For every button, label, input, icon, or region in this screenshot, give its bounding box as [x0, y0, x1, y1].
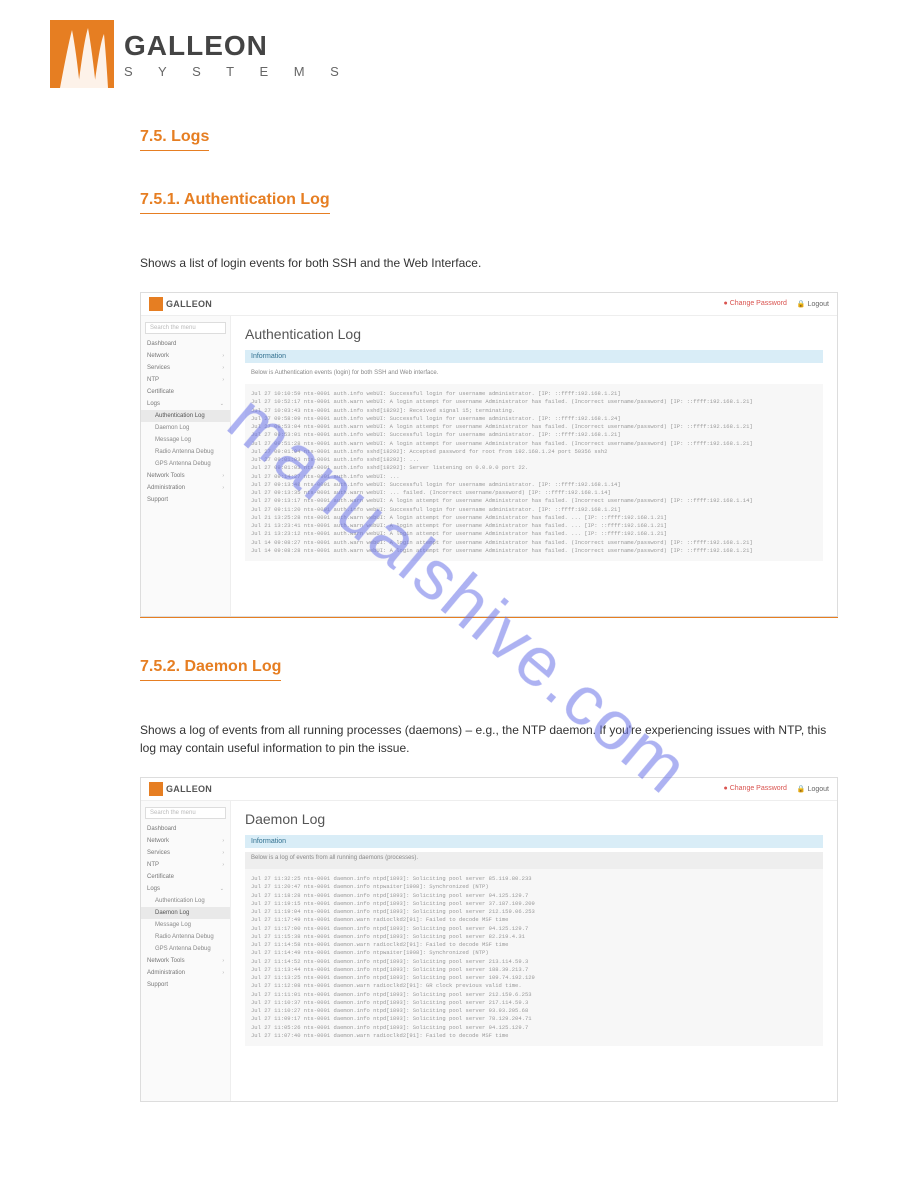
sidebar-item-network-tools[interactable]: Network Tools›: [141, 955, 230, 967]
change-password-link[interactable]: ● Change Password: [724, 300, 787, 308]
search-input[interactable]: Search the menu: [145, 807, 226, 819]
sidebar-item-message-log[interactable]: Message Log: [141, 919, 230, 931]
sidebar-item-network[interactable]: Network›: [141, 350, 230, 362]
log-output: Jul 27 11:32:25 nts-0001 daemon.info ntp…: [245, 869, 823, 1046]
sidebar-item-daemon-log[interactable]: Daemon Log: [141, 422, 230, 434]
chevron-right-icon: ›: [222, 970, 224, 976]
chevron-right-icon: ›: [222, 353, 224, 359]
info-description: Below is a log of events from all runnin…: [245, 852, 823, 869]
page-logo: GALLEON S Y S T E M S: [50, 20, 868, 88]
sidebar-item-services[interactable]: Services›: [141, 847, 230, 859]
sidebar-item-administration[interactable]: Administration›: [141, 482, 230, 494]
chevron-right-icon: ›: [222, 377, 224, 383]
page-title: Daemon Log: [245, 811, 823, 827]
info-banner: Information: [245, 350, 823, 363]
search-input[interactable]: Search the menu: [145, 322, 226, 334]
info-banner: Information: [245, 835, 823, 848]
sidebar-item-daemon-log[interactable]: Daemon Log: [141, 907, 230, 919]
auth-log-screenshot: GALLEON ● Change Password 🔒 Logout Searc…: [140, 292, 838, 618]
chevron-right-icon: ›: [222, 485, 224, 491]
chevron-right-icon: ›: [222, 862, 224, 868]
section-daemon-log-heading: 7.5.2. Daemon Log: [140, 658, 281, 681]
sidebar-item-gps-debug[interactable]: GPS Antenna Debug: [141, 943, 230, 955]
sidebar-item-certificate[interactable]: Certificate: [141, 871, 230, 883]
sidebar-item-message-log[interactable]: Message Log: [141, 434, 230, 446]
section-auth-log-heading: 7.5.1. Authentication Log: [140, 191, 330, 214]
chevron-down-icon: ⌄: [220, 401, 224, 407]
sidebar-item-services[interactable]: Services›: [141, 362, 230, 374]
sidebar-item-auth-log[interactable]: Authentication Log: [141, 895, 230, 907]
sidebar-item-support[interactable]: Support: [141, 494, 230, 506]
change-password-link[interactable]: ● Change Password: [724, 785, 787, 793]
galleon-logo-icon: [149, 782, 163, 796]
section-logs-heading: 7.5. Logs: [140, 128, 209, 151]
app-logo: GALLEON: [149, 297, 212, 311]
daemon-log-description: Shows a log of events from all running p…: [140, 721, 838, 757]
brand-tagline: S Y S T E M S: [124, 64, 350, 79]
sidebar-item-ntp[interactable]: NTP›: [141, 374, 230, 386]
brand-name: GALLEON: [124, 30, 350, 62]
sidebar-item-dashboard[interactable]: Dashboard: [141, 823, 230, 835]
sidebar-item-logs[interactable]: Logs⌄: [141, 883, 230, 895]
page-title: Authentication Log: [245, 326, 823, 342]
sidebar-item-certificate[interactable]: Certificate: [141, 386, 230, 398]
info-description: Below is Authentication events (login) f…: [245, 367, 823, 384]
sidebar-item-gps-debug[interactable]: GPS Antenna Debug: [141, 458, 230, 470]
sidebar-item-administration[interactable]: Administration›: [141, 967, 230, 979]
chevron-right-icon: ›: [222, 838, 224, 844]
app-logo-text: GALLEON: [166, 299, 212, 309]
sidebar-item-dashboard[interactable]: Dashboard: [141, 338, 230, 350]
sidebar-item-network[interactable]: Network›: [141, 835, 230, 847]
auth-log-description: Shows a list of login events for both SS…: [140, 254, 838, 272]
chevron-right-icon: ›: [222, 473, 224, 479]
sidebar-item-radio-debug[interactable]: Radio Antenna Debug: [141, 931, 230, 943]
sidebar-item-network-tools[interactable]: Network Tools›: [141, 470, 230, 482]
log-output: Jul 27 10:10:59 nts-0001 auth.info webUI…: [245, 384, 823, 561]
chevron-down-icon: ⌄: [220, 886, 224, 892]
app-logo: GALLEON: [149, 782, 212, 796]
sidebar-item-support[interactable]: Support: [141, 979, 230, 991]
chevron-right-icon: ›: [222, 365, 224, 371]
sidebar-item-auth-log[interactable]: Authentication Log: [141, 410, 230, 422]
chevron-right-icon: ›: [222, 958, 224, 964]
sidebar: Search the menu Dashboard Network› Servi…: [141, 801, 231, 1101]
galleon-logo-icon: [149, 297, 163, 311]
sidebar-item-logs[interactable]: Logs⌄: [141, 398, 230, 410]
sidebar-item-ntp[interactable]: NTP›: [141, 859, 230, 871]
daemon-log-screenshot: GALLEON ● Change Password 🔒 Logout Searc…: [140, 777, 838, 1102]
sidebar: Search the menu Dashboard Network› Servi…: [141, 316, 231, 616]
logout-link[interactable]: 🔒 Logout: [797, 300, 829, 308]
chevron-right-icon: ›: [222, 850, 224, 856]
sidebar-item-radio-debug[interactable]: Radio Antenna Debug: [141, 446, 230, 458]
galleon-logo-icon: [50, 20, 114, 88]
logout-link[interactable]: 🔒 Logout: [797, 785, 829, 793]
app-logo-text: GALLEON: [166, 784, 212, 794]
